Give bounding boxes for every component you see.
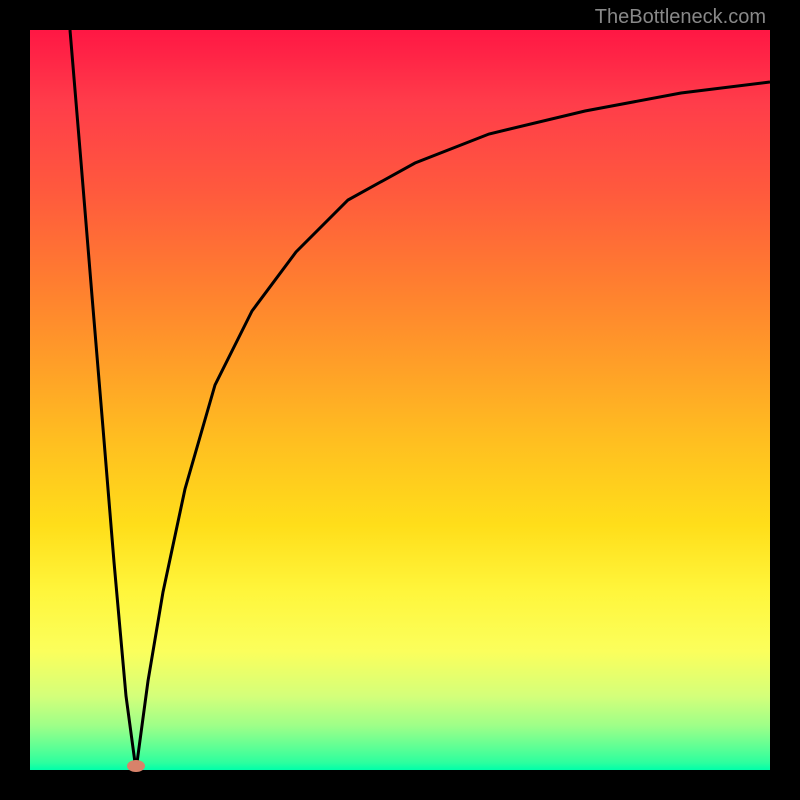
- chart-area: [30, 30, 770, 770]
- watermark-text: TheBottleneck.com: [595, 6, 766, 29]
- right-curve-branch: [136, 82, 770, 770]
- curve-svg: [30, 30, 770, 770]
- left-curve-branch: [70, 30, 136, 770]
- minimum-marker: [127, 760, 145, 772]
